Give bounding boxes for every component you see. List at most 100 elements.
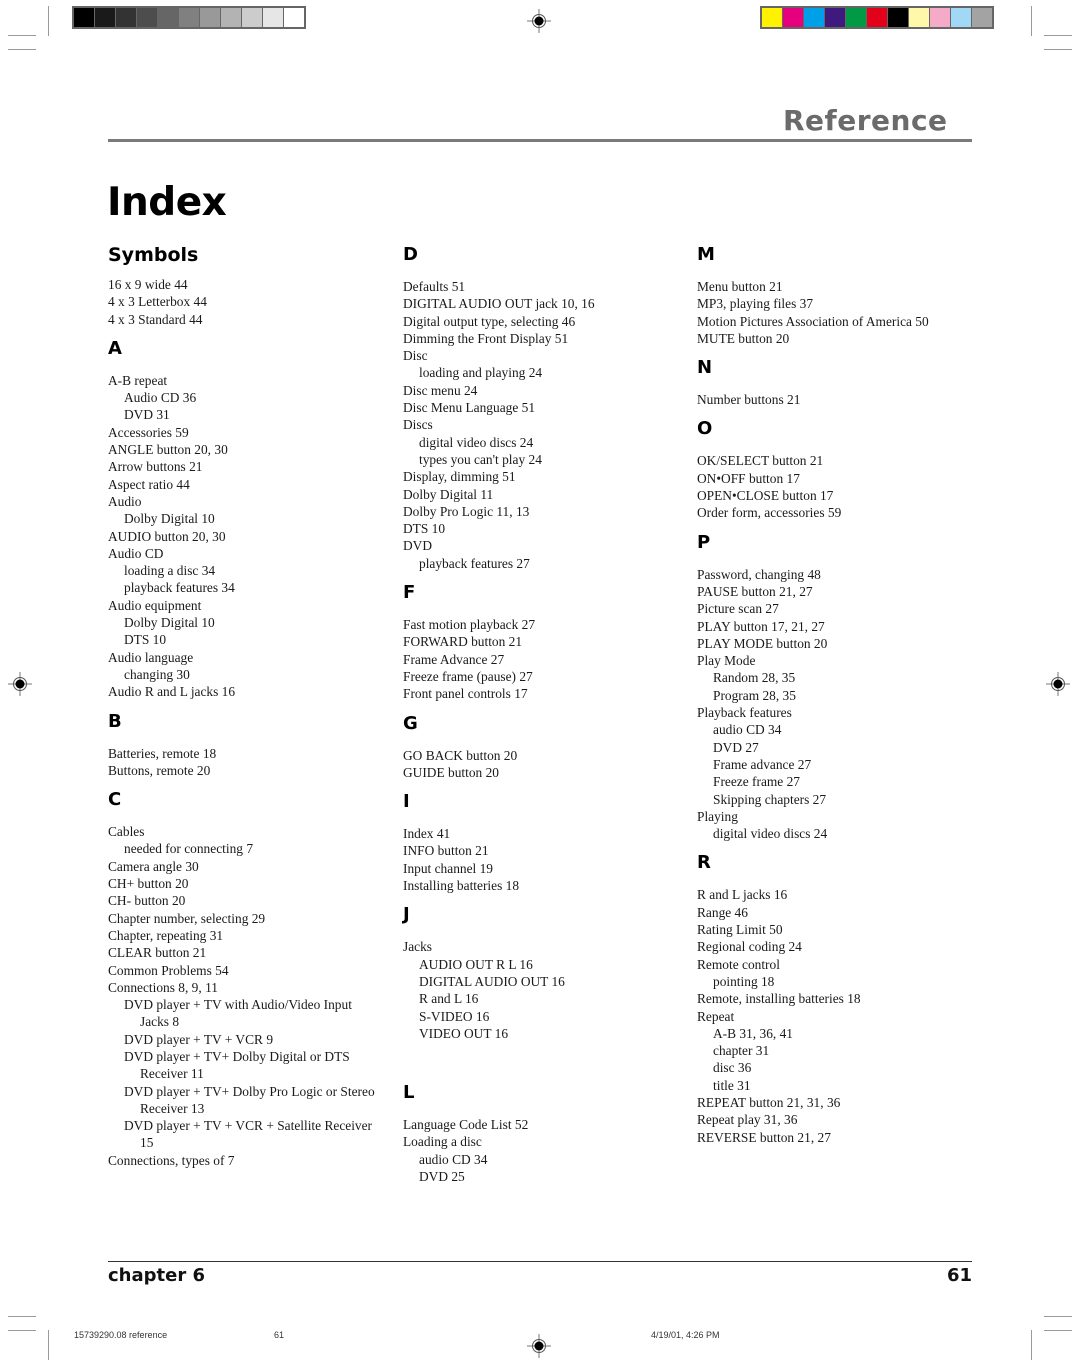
- index-subentry: DVD 25: [419, 1168, 465, 1184]
- index-entry: Buttons, remote 20: [108, 762, 211, 778]
- registration-mark-icon: [527, 9, 551, 33]
- index-entry: Batteries, remote 18: [108, 745, 217, 761]
- index-letter-heading: J: [403, 904, 410, 926]
- index-entry: Accessories 59: [108, 424, 189, 440]
- index-entry: Fast motion playback 27: [403, 617, 536, 633]
- index-entry: Repeat: [697, 1008, 735, 1024]
- index-group: O OK/SELECT button 21 ON•OFF button 17 OPEN…: [697, 418, 982, 521]
- index-entry: Index 41: [403, 826, 451, 842]
- index-subentry: Freeze frame 27: [713, 774, 800, 790]
- color-swatch: [137, 8, 157, 27]
- index-entry: Dimming the Front Display 51: [403, 330, 569, 346]
- index-letter-heading: M: [697, 244, 715, 265]
- crop-mark: [48, 6, 49, 36]
- index-subentry: DVD 27: [713, 739, 759, 755]
- color-swatch: [95, 8, 115, 27]
- index-entry: DIGITAL AUDIO OUT jack 10, 16: [403, 296, 595, 312]
- color-swatch: [846, 8, 866, 27]
- index-subentry: audio CD 34: [419, 1151, 488, 1167]
- index-subentry: Dolby Digital 10: [124, 511, 215, 527]
- color-swatch: [74, 8, 94, 27]
- index-entry: GUIDE button 20: [403, 764, 499, 780]
- index-subentry: playback features 34: [124, 580, 235, 596]
- index-entry: MP3, playing files 37: [697, 296, 814, 312]
- footer-chapter-label: chapter 6: [108, 1265, 205, 1286]
- index-entry: Cables: [108, 824, 145, 840]
- index-entry: Chapter, repeating 31: [108, 927, 224, 943]
- slug-file-name: 15739290.08 reference: [74, 1330, 168, 1340]
- index-subentry: DVD player + TV with Audio/Video Input: [124, 997, 352, 1013]
- index-entry: 16 x 9 wide 44: [108, 277, 188, 292]
- index-entry: Frame Advance 27: [403, 651, 505, 667]
- footer-page-number: 61: [946, 1265, 972, 1286]
- index-subentry: DVD player + TV + VCR 9: [124, 1031, 274, 1047]
- index-letter-heading: R: [697, 852, 711, 874]
- slug-datetime: 4/19/01, 4:26 PM: [651, 1330, 720, 1340]
- index-entry: Aspect ratio 44: [108, 476, 190, 492]
- color-swatch: [825, 8, 845, 27]
- registration-mark-icon: [527, 1334, 551, 1358]
- index-entry: Motion Pictures Association of America 5…: [697, 313, 929, 329]
- color-swatch: [762, 8, 782, 27]
- index-entry: Camera angle 30: [108, 858, 199, 874]
- color-swatch: [930, 8, 950, 27]
- index-entry: Disc Menu Language 51: [403, 400, 536, 416]
- index-entry: Range 46: [697, 904, 748, 920]
- process-color-bar: [760, 6, 994, 29]
- index-subentry: Dolby Digital 10: [124, 615, 215, 631]
- index-subentry: Audio CD 36: [124, 390, 197, 406]
- index-subentry: chapter 31: [713, 1043, 770, 1059]
- index-entry: Number buttons 21: [697, 392, 801, 408]
- registration-mark-icon: [8, 672, 32, 696]
- index-subentry: digital video discs 24: [419, 434, 534, 450]
- index-group: L Language Code List 52 Loading a disc audi…: [403, 1082, 688, 1185]
- index-subentry: DVD player + TV+ Dolby Digital or DTS: [124, 1048, 350, 1064]
- color-swatch: [783, 8, 803, 27]
- index-subentry: 15: [140, 1135, 154, 1151]
- color-swatch: [888, 8, 908, 27]
- index-group: B Batteries, remote 18 Buttons, remote 20: [108, 711, 393, 780]
- slug-page-number: 61: [274, 1330, 285, 1340]
- index-entry: Dolby Digital 11: [403, 486, 494, 502]
- grayscale-color-bar: [72, 6, 306, 29]
- index-subentry: Frame advance 27: [713, 756, 812, 772]
- index-subentry: playback features 27: [419, 555, 530, 571]
- index-subentry: pointing 18: [713, 973, 775, 989]
- color-swatch: [804, 8, 824, 27]
- index-letter-heading: L: [403, 1082, 415, 1104]
- color-swatch: [284, 8, 304, 27]
- index-letter-heading: A: [108, 337, 122, 359]
- index-group: C Cables needed for connecting 7 Camera ang…: [108, 789, 393, 1169]
- index-subentry: loading and playing 24: [419, 365, 543, 381]
- index-subentry: disc 36: [713, 1060, 752, 1076]
- index-entry: Common Problems 54: [108, 962, 229, 978]
- color-swatch: [200, 8, 220, 27]
- crop-mark: [1044, 1316, 1072, 1317]
- index-entry: Dolby Pro Logic 11, 13: [403, 503, 530, 519]
- index-subentry: Receiver 13: [140, 1100, 205, 1116]
- index-subentry: Receiver 11: [140, 1066, 204, 1082]
- index-entry: Regional coding 24: [697, 939, 802, 955]
- index-subentry: Skipping chapters 27: [713, 791, 827, 807]
- index-letter-heading: G: [403, 712, 418, 734]
- index-entry: GO BACK button 20: [403, 747, 518, 763]
- index-subentry: DVD player + TV + VCR + Satellite Receiv…: [124, 1118, 373, 1134]
- index-letter-heading: O: [697, 418, 713, 440]
- index-entry: Remote control: [697, 956, 780, 972]
- index-entry: CLEAR button 21: [108, 945, 207, 961]
- index-subentry: R and L 16: [419, 991, 479, 1007]
- index-entry: REPEAT button 21, 31, 36: [697, 1094, 841, 1110]
- index-subentry: needed for connecting 7: [124, 841, 254, 857]
- crop-mark: [8, 35, 36, 36]
- index-entry: Disc menu 24: [403, 382, 478, 398]
- index-entry: Jacks: [403, 939, 433, 955]
- index-subentry: DTS 10: [124, 632, 167, 648]
- index-entry: OK/SELECT button 21: [697, 453, 824, 469]
- index-entry: Connections, types of 7: [108, 1152, 235, 1168]
- index-entry: Repeat play 31, 36: [697, 1112, 798, 1128]
- index-entry: Installing batteries 18: [403, 878, 520, 894]
- index-entry: Play Mode: [697, 653, 756, 669]
- index-letter-heading: C: [108, 789, 122, 811]
- index-subentry: loading a disc 34: [124, 563, 216, 579]
- color-swatch: [867, 8, 887, 27]
